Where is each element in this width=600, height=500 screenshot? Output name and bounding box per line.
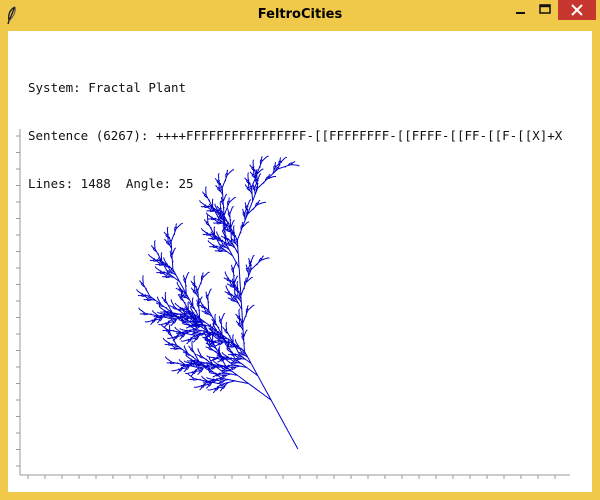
stats-label: Lines: 1488 Angle: 25	[28, 176, 194, 191]
title-bar[interactable]: FeltroCities	[0, 0, 600, 30]
close-button[interactable]	[558, 0, 596, 20]
minimize-button[interactable]	[508, 0, 532, 20]
maximize-button[interactable]	[533, 0, 557, 20]
app-window: FeltroCities System: Fractal Plant Sente…	[0, 0, 600, 500]
y-axis-ticks	[16, 135, 20, 467]
canvas-area: System: Fractal Plant Sentence (6267): +…	[8, 31, 592, 492]
x-axis-ticks	[27, 475, 556, 479]
close-icon	[571, 4, 583, 16]
minimize-icon	[516, 12, 525, 14]
info-panel: System: Fractal Plant Sentence (6267): +…	[28, 48, 562, 224]
system-label: System: Fractal Plant	[28, 80, 187, 95]
sentence-label: Sentence (6267): ++++FFFFFFFFFFFFFFFF-[[…	[28, 128, 563, 143]
